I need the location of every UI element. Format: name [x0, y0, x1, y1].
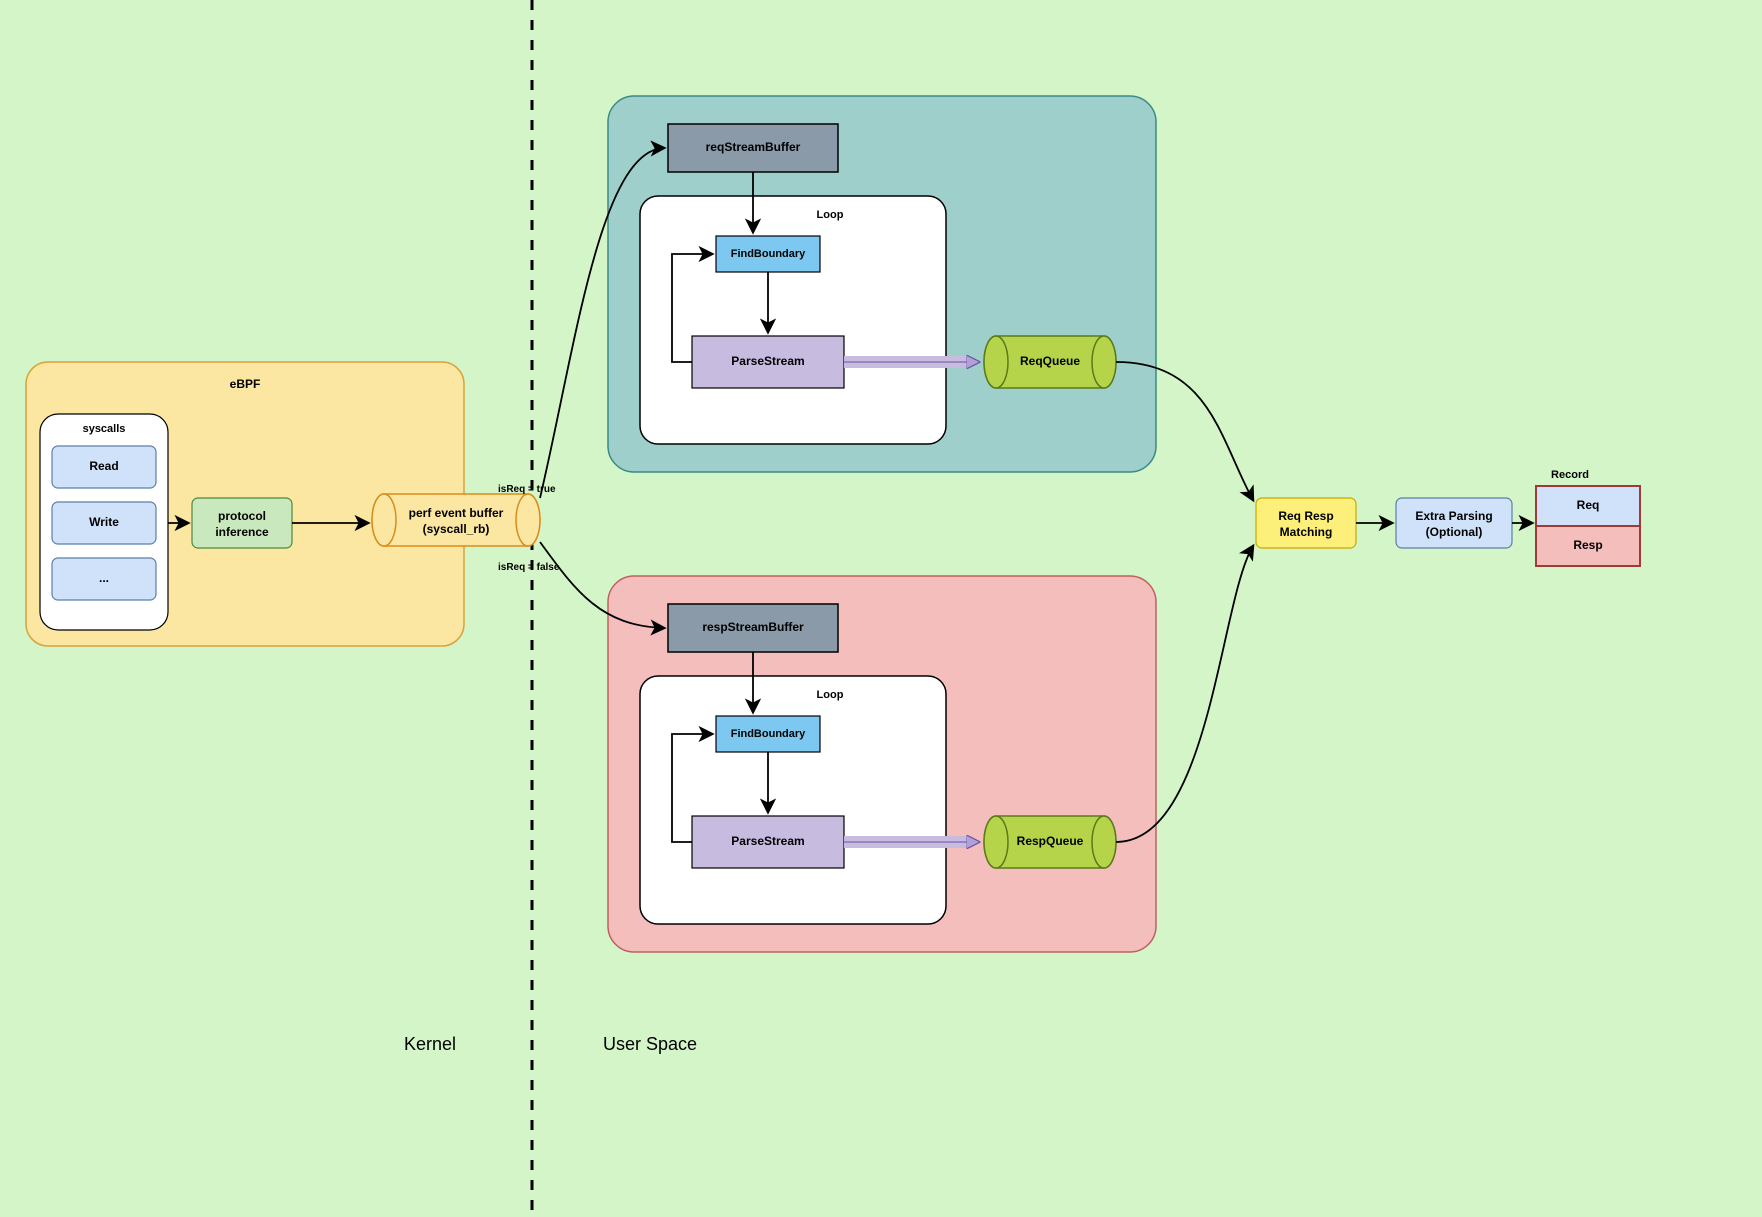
req-queue-label: ReqQueue: [1020, 354, 1080, 368]
kernel-label: Kernel: [404, 1034, 456, 1054]
resp-loop-label: Loop: [817, 689, 844, 701]
ebpf-title: eBPF: [230, 377, 261, 391]
svg-text:perf event buffer: perf event buffer: [409, 506, 504, 520]
resp-stream-buffer-label: respStreamBuffer: [702, 620, 804, 634]
matching-label-2: Matching: [1280, 525, 1333, 539]
protocol-inference-label-2: inference: [215, 525, 269, 539]
svg-text:Req Resp: Req Resp: [1278, 509, 1333, 523]
diagram-canvas: Kernel User Space eBPF syscalls Read Wri…: [0, 0, 1762, 1217]
extra-label-1: Extra Parsing: [1415, 509, 1492, 523]
record-resp-label: Resp: [1573, 538, 1602, 552]
svg-text:ReqQueue: ReqQueue: [1020, 354, 1080, 368]
perf-buffer-label-2: (syscall_rb): [423, 522, 490, 536]
record-req-label: Req: [1577, 498, 1600, 512]
matching-label-1: Req Resp: [1278, 509, 1333, 523]
svg-text:Extra Parsing: Extra Parsing: [1415, 509, 1492, 523]
svg-text:Read: Read: [89, 459, 118, 473]
syscall-write-label: Write: [89, 515, 119, 529]
syscalls-title: syscalls: [83, 423, 126, 435]
svg-text:Write: Write: [89, 515, 119, 529]
req-parse-stream-label: ParseStream: [731, 354, 804, 368]
svg-text:inference: inference: [215, 525, 269, 539]
user-space-label: User Space: [603, 1034, 697, 1054]
req-loop-label: Loop: [817, 209, 844, 221]
record-title: Record: [1551, 469, 1589, 481]
svg-text:respStreamBuffer: respStreamBuffer: [702, 620, 804, 634]
resp-loop-box: [640, 676, 946, 924]
svg-text:Req: Req: [1577, 498, 1600, 512]
svg-text:ParseStream: ParseStream: [731, 354, 804, 368]
protocol-inference-label-1: protocol: [218, 509, 266, 523]
req-loop-box: [640, 196, 946, 444]
svg-text:reqStreamBuffer: reqStreamBuffer: [706, 140, 801, 154]
resp-parse-stream-label: ParseStream: [731, 834, 804, 848]
edge-isreq-false: isReq = false: [498, 562, 560, 573]
resp-find-boundary-label: FindBoundary: [731, 728, 806, 740]
syscall-more-label: ...: [99, 571, 109, 585]
req-stream-buffer-label: reqStreamBuffer: [706, 140, 801, 154]
svg-text:Matching: Matching: [1280, 525, 1333, 539]
req-find-boundary-label: FindBoundary: [731, 248, 806, 260]
svg-text:RespQueue: RespQueue: [1017, 834, 1084, 848]
svg-text:(Optional): (Optional): [1426, 525, 1483, 539]
perf-buffer-label-1: perf event buffer: [409, 506, 504, 520]
svg-text:ParseStream: ParseStream: [731, 834, 804, 848]
syscall-read-label: Read: [89, 459, 118, 473]
svg-text:FindBoundary: FindBoundary: [731, 248, 806, 260]
edge-isreq-true: isReq = true: [498, 484, 556, 495]
svg-text:FindBoundary: FindBoundary: [731, 728, 806, 740]
svg-text:(syscall_rb): (syscall_rb): [423, 522, 490, 536]
svg-text:...: ...: [99, 571, 109, 585]
svg-text:protocol: protocol: [218, 509, 266, 523]
extra-label-2: (Optional): [1426, 525, 1483, 539]
resp-queue-label: RespQueue: [1017, 834, 1084, 848]
svg-text:Resp: Resp: [1573, 538, 1602, 552]
